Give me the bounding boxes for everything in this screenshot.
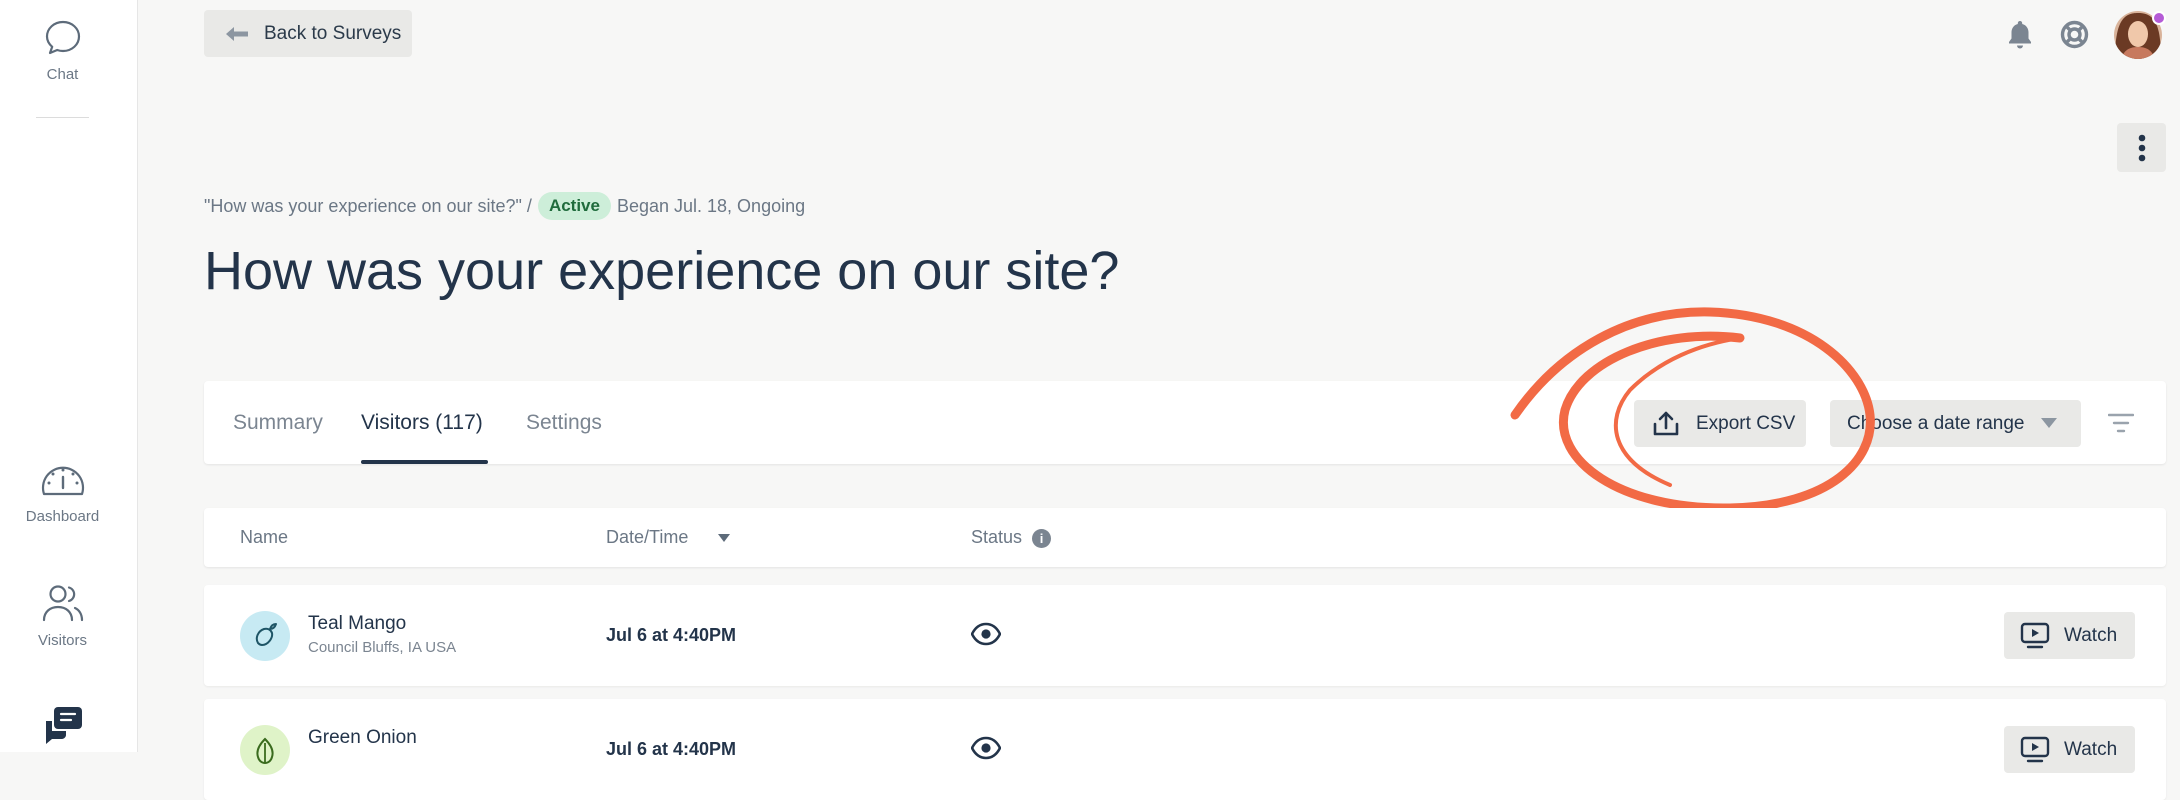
table-row[interactable]: Green Onion Jul 6 at 4:40PM Watch: [204, 699, 2166, 800]
table-header: Name Date/Time Status i: [204, 508, 2166, 567]
date-range-label: Choose a date range: [1847, 412, 2025, 434]
arrow-left-icon: [226, 26, 248, 41]
export-csv-button[interactable]: Export CSV: [1634, 400, 1806, 447]
watch-label: Watch: [2064, 624, 2118, 646]
surveys-icon: [45, 707, 82, 744]
info-icon[interactable]: i: [1032, 528, 1052, 548]
date-range-dropdown[interactable]: Choose a date range: [1830, 400, 2081, 447]
column-header-datetime-label: Date/Time: [606, 527, 689, 547]
page-title: How was your experience on our site?: [204, 241, 1120, 301]
video-play-icon: [2020, 622, 2050, 648]
mango-icon: [255, 623, 277, 647]
more-options-button[interactable]: [2117, 123, 2166, 172]
user-avatar[interactable]: [2113, 9, 2167, 61]
sidebar-item-dashboard[interactable]: Dashboard: [0, 460, 125, 525]
tab-visitors[interactable]: Visitors (117): [361, 381, 483, 464]
avatar: [240, 611, 290, 661]
visitor-name[interactable]: Green Onion: [308, 727, 417, 749]
back-button-label: Back to Surveys: [264, 22, 402, 44]
upload-icon: [1653, 411, 1679, 435]
export-csv-label: Export CSV: [1696, 412, 1796, 434]
visit-datetime: Jul 6 at 4:40PM: [606, 625, 737, 645]
eye-icon: [971, 622, 1001, 646]
status-badge: Active: [537, 192, 611, 220]
gauge-icon: [41, 466, 84, 496]
column-header-name: Name: [240, 527, 289, 547]
caret-down-icon: [2041, 418, 2057, 428]
active-tab-indicator: [361, 460, 488, 464]
visit-datetime: Jul 6 at 4:40PM: [606, 739, 737, 759]
visitor-name[interactable]: Teal Mango: [308, 613, 406, 635]
breadcrumb: "How was your experience on our site?" /…: [204, 192, 805, 220]
sidebar-item-surveys[interactable]: [0, 705, 125, 753]
sidebar-divider: [36, 117, 89, 118]
bell-icon[interactable]: [2007, 19, 2033, 49]
lifebuoy-icon[interactable]: [2060, 20, 2089, 49]
column-header-status-label: Status: [971, 527, 1023, 547]
sidebar: Chat Dashboard Visitors: [0, 0, 138, 752]
sidebar-item-label: Chat: [46, 66, 79, 83]
column-header-status: Status i: [971, 508, 1052, 567]
onion-icon: [256, 737, 274, 765]
watch-button[interactable]: Watch: [2004, 726, 2135, 773]
chat-bubble-icon: [45, 20, 80, 55]
tab-settings[interactable]: Settings: [526, 381, 602, 464]
back-to-surveys-button[interactable]: Back to Surveys: [204, 10, 412, 57]
sidebar-item-chat[interactable]: Chat: [0, 18, 125, 83]
eye-icon: [971, 736, 1001, 760]
survey-began-text: Began Jul. 18, Ongoing: [616, 195, 806, 216]
breadcrumb-survey-name[interactable]: "How was your experience on our site?" /: [204, 196, 532, 217]
filter-icon[interactable]: [2108, 412, 2134, 434]
visitor-location: Council Bluffs, IA USA: [308, 639, 457, 656]
sort-desc-icon[interactable]: [717, 533, 731, 543]
table-row[interactable]: Teal Mango Council Bluffs, IA USA Jul 6 …: [204, 585, 2166, 686]
video-play-icon: [2020, 736, 2050, 762]
sidebar-item-visitors[interactable]: Visitors: [0, 582, 125, 649]
avatar: [240, 725, 290, 775]
sidebar-item-label: Visitors: [38, 632, 87, 649]
more-vertical-icon: [2138, 134, 2145, 161]
tab-summary[interactable]: Summary: [233, 381, 323, 464]
people-icon: [42, 585, 83, 622]
column-header-datetime[interactable]: Date/Time: [606, 508, 731, 567]
sidebar-item-label: Dashboard: [25, 508, 100, 525]
watch-label: Watch: [2064, 738, 2118, 760]
watch-button[interactable]: Watch: [2004, 612, 2135, 659]
